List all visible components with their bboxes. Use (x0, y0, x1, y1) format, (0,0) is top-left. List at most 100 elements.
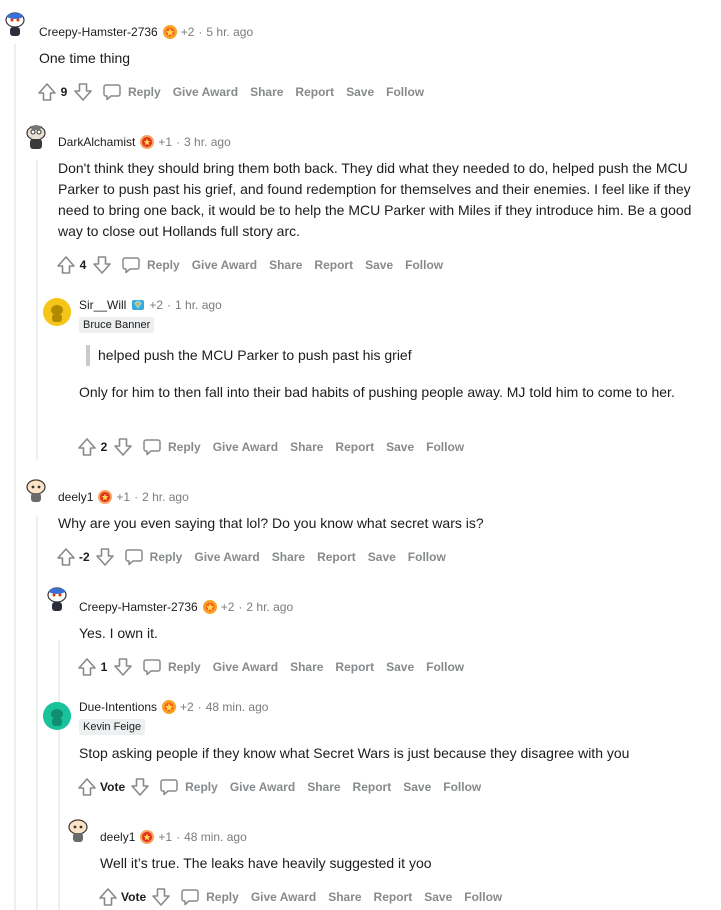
username[interactable]: deely1 (100, 830, 135, 844)
follow-button[interactable]: Follow (426, 440, 464, 454)
username[interactable]: Creepy-Hamster-2736 (79, 600, 198, 614)
report-button[interactable]: Report (335, 660, 374, 674)
award-count[interactable]: +1 (158, 135, 172, 149)
award-icon[interactable] (139, 829, 155, 845)
save-button[interactable]: Save (365, 258, 393, 272)
award-icon[interactable] (97, 489, 113, 505)
save-button[interactable]: Save (424, 890, 452, 904)
award-icon[interactable] (162, 24, 178, 40)
save-button[interactable]: Save (403, 780, 431, 794)
timestamp[interactable]: 48 min. ago (206, 700, 269, 714)
username[interactable]: deely1 (58, 490, 93, 504)
give-award-button[interactable]: Give Award (230, 780, 295, 794)
username[interactable]: Sir__Will (79, 298, 126, 312)
upvote-icon[interactable] (76, 656, 98, 678)
award-count[interactable]: +1 (158, 830, 172, 844)
reply-button[interactable]: Reply (121, 255, 180, 275)
timestamp[interactable]: 2 hr. ago (246, 600, 293, 614)
share-button[interactable]: Share (269, 258, 302, 272)
downvote-icon[interactable] (94, 546, 116, 568)
award-count[interactable]: +2 (180, 700, 194, 714)
follow-button[interactable]: Follow (408, 550, 446, 564)
timestamp[interactable]: 3 hr. ago (184, 135, 231, 149)
share-button[interactable]: Share (328, 890, 361, 904)
save-button[interactable]: Save (386, 660, 414, 674)
blank-avatar[interactable] (43, 702, 71, 730)
save-button[interactable]: Save (346, 85, 374, 99)
downvote-icon[interactable] (129, 776, 151, 798)
thread-line[interactable] (36, 160, 38, 460)
comment-body: Only for him to then fall into their bad… (79, 384, 675, 400)
reply-button[interactable]: Reply (142, 657, 201, 677)
reply-button[interactable]: Reply (180, 887, 239, 907)
award-icon[interactable] (139, 134, 155, 150)
give-award-button[interactable]: Give Award (194, 550, 259, 564)
upvote-icon[interactable] (55, 254, 77, 276)
upvote-icon[interactable] (36, 81, 58, 103)
report-button[interactable]: Report (314, 258, 353, 272)
downvote-icon[interactable] (150, 886, 172, 908)
vote-score: Vote (100, 780, 126, 794)
downvote-icon[interactable] (112, 436, 134, 458)
follow-button[interactable]: Follow (464, 890, 502, 904)
reply-button[interactable]: Reply (102, 82, 161, 102)
timestamp[interactable]: 5 hr. ago (206, 25, 253, 39)
report-button[interactable]: Report (374, 890, 413, 904)
timestamp[interactable]: 1 hr. ago (175, 298, 222, 312)
snoo-avatar[interactable] (22, 122, 50, 150)
give-award-button[interactable]: Give Award (173, 85, 238, 99)
award-icon[interactable] (202, 599, 218, 615)
snoo-avatar[interactable] (43, 298, 71, 326)
upvote-icon[interactable] (97, 886, 119, 908)
follow-button[interactable]: Follow (386, 85, 424, 99)
timestamp[interactable]: 48 min. ago (184, 830, 247, 844)
award-count[interactable]: +2 (181, 25, 195, 39)
timestamp[interactable]: 2 hr. ago (142, 490, 189, 504)
give-award-button[interactable]: Give Award (213, 660, 278, 674)
share-button[interactable]: Share (272, 550, 305, 564)
report-button[interactable]: Report (317, 550, 356, 564)
award-icon[interactable] (130, 297, 146, 313)
report-button[interactable]: Report (335, 440, 374, 454)
follow-button[interactable]: Follow (405, 258, 443, 272)
downvote-icon[interactable] (112, 656, 134, 678)
save-button[interactable]: Save (368, 550, 396, 564)
report-button[interactable]: Report (353, 780, 392, 794)
snoo-avatar[interactable] (64, 816, 92, 844)
follow-button[interactable]: Follow (426, 660, 464, 674)
snoo-avatar[interactable] (1, 10, 29, 38)
reply-button[interactable]: Reply (142, 437, 201, 457)
report-button[interactable]: Report (295, 85, 334, 99)
save-button[interactable]: Save (386, 440, 414, 454)
thread-line[interactable] (14, 44, 16, 910)
comment-body: Why are you even saying that lol? Do you… (58, 515, 484, 531)
upvote-icon[interactable] (76, 776, 98, 798)
thread-line[interactable] (36, 516, 38, 910)
username[interactable]: Due-Intentions (79, 700, 157, 714)
award-count[interactable]: +1 (116, 490, 130, 504)
snoo-avatar[interactable] (22, 476, 50, 504)
give-award-button[interactable]: Give Award (251, 890, 316, 904)
reply-button[interactable]: Reply (159, 777, 218, 797)
award-icon[interactable] (161, 699, 177, 715)
award-count[interactable]: +2 (149, 298, 163, 312)
give-award-button[interactable]: Give Award (213, 440, 278, 454)
vote-score: 1 (100, 660, 108, 674)
share-button[interactable]: Share (290, 660, 323, 674)
downvote-icon[interactable] (91, 254, 113, 276)
follow-button[interactable]: Follow (443, 780, 481, 794)
award-count[interactable]: +2 (221, 600, 235, 614)
share-button[interactable]: Share (290, 440, 323, 454)
upvote-icon[interactable] (76, 436, 98, 458)
comment-actions: Vote Reply Give Award Share Report Save … (76, 775, 493, 799)
thread-line[interactable] (58, 720, 60, 910)
share-button[interactable]: Share (250, 85, 283, 99)
username[interactable]: Creepy-Hamster-2736 (39, 25, 158, 39)
username[interactable]: DarkAlchamist (58, 135, 135, 149)
reply-button[interactable]: Reply (124, 547, 182, 567)
snoo-avatar[interactable] (43, 585, 71, 613)
upvote-icon[interactable] (55, 546, 77, 568)
downvote-icon[interactable] (72, 81, 94, 103)
share-button[interactable]: Share (307, 780, 340, 794)
give-award-button[interactable]: Give Award (192, 258, 257, 272)
